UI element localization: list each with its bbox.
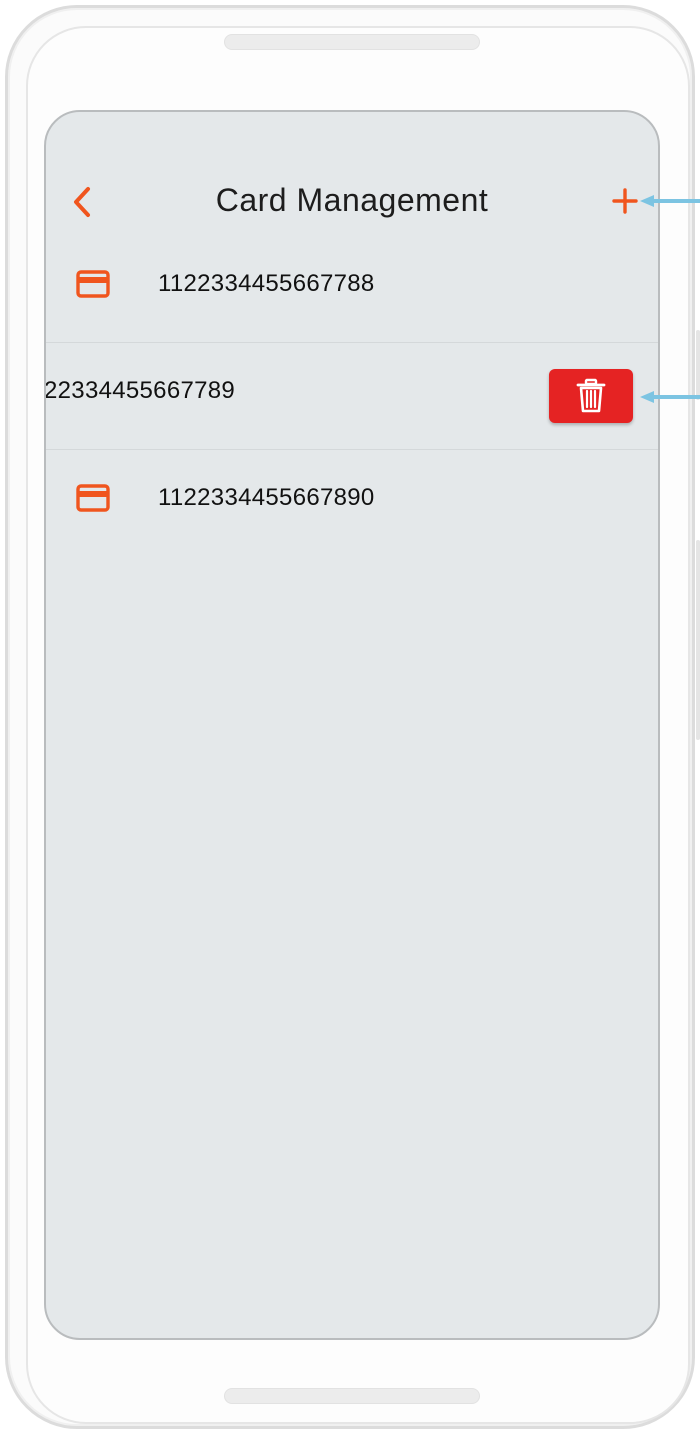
card-list-item[interactable]: 1122334455667788 xyxy=(46,236,658,343)
card-list-item[interactable]: 1122334455667890 xyxy=(46,450,658,556)
plus-icon xyxy=(612,188,638,214)
phone-speaker xyxy=(224,34,480,50)
app-header: Card Management xyxy=(46,174,658,230)
back-button[interactable] xyxy=(66,184,102,220)
card-list-item-swiped[interactable]: 22334455667789 xyxy=(46,343,658,450)
credit-card-icon xyxy=(76,484,110,512)
phone-home-bar xyxy=(224,1388,480,1404)
card-number: 1122334455667890 xyxy=(158,484,375,511)
credit-card-icon xyxy=(76,270,110,298)
phone-side-button xyxy=(696,540,700,740)
annotation-arrow-icon xyxy=(640,195,700,207)
page-title: Card Management xyxy=(215,182,489,218)
phone-side-button xyxy=(696,330,700,400)
chevron-left-icon xyxy=(74,187,90,217)
app-screen: Card Management 1122334455667788 2233445… xyxy=(44,110,660,1340)
page: Card Management 1122334455667788 2233445… xyxy=(0,0,700,1434)
card-number: 22334455667789 xyxy=(44,377,236,404)
add-card-button[interactable] xyxy=(610,186,640,216)
card-number: 1122334455667788 xyxy=(158,270,375,297)
delete-card-button[interactable] xyxy=(549,369,633,423)
card-list: 1122334455667788 22334455667789 11223344… xyxy=(46,236,658,556)
trash-icon xyxy=(576,378,606,413)
annotation-arrow-icon xyxy=(640,391,700,403)
